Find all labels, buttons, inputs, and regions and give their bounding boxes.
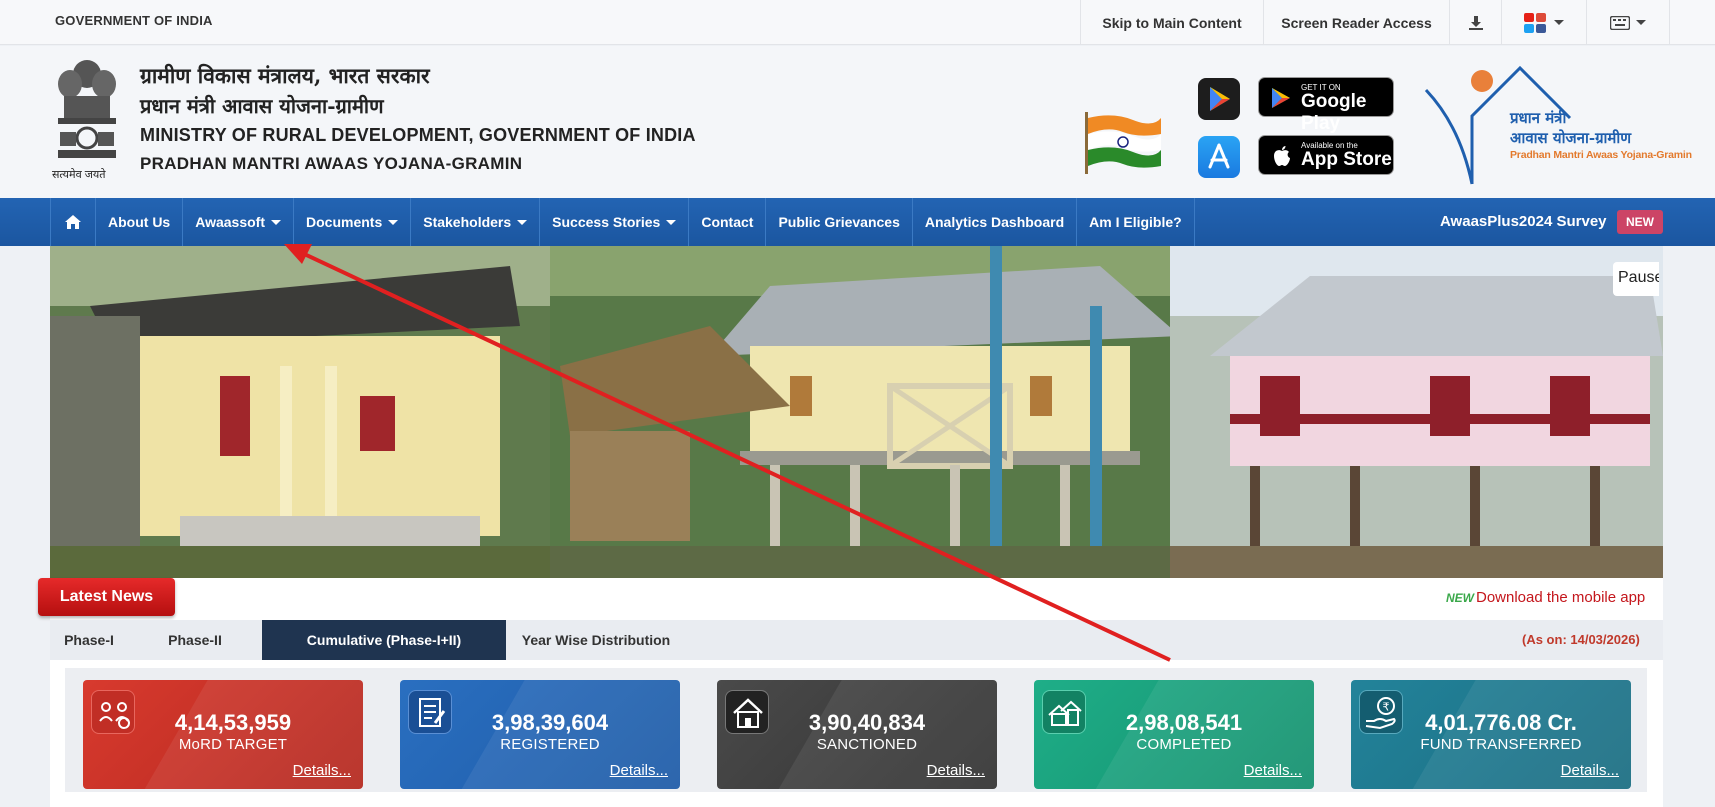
scheme-hindi-title: प्रधान मंत्री आवास योजना-ग्रामीण xyxy=(140,94,384,118)
hero-banner-carousel xyxy=(50,246,1663,578)
phase-tabs: Phase-I Phase-II Cumulative (Phase-I+II)… xyxy=(50,620,1663,660)
nav-about-us[interactable]: About Us xyxy=(96,198,184,246)
tab-phase-2[interactable]: Phase-II xyxy=(128,620,262,660)
nav-documents[interactable]: Documents xyxy=(294,198,412,246)
nav-analytics-dashboard[interactable]: Analytics Dashboard xyxy=(913,198,1078,246)
nav-label: Awaassoft xyxy=(195,214,265,230)
app-store-big-text: App Store xyxy=(1301,149,1392,170)
nav-stakeholders[interactable]: Stakeholders xyxy=(411,198,541,246)
screen-reader-access-link[interactable]: Screen Reader Access xyxy=(1263,0,1449,45)
social-icon xyxy=(1524,12,1546,33)
google-play-icon xyxy=(1272,88,1290,108)
banner-image xyxy=(50,246,1663,578)
emblem-caption: सत्यमेव जयते xyxy=(52,169,106,181)
main-navigation: About Us Awaassoft Documents Stakeholders Su… xyxy=(0,198,1715,246)
logo-hindi-line2: आवास योजना-ग्रामीण xyxy=(1510,129,1632,147)
details-link[interactable]: Details... xyxy=(1244,762,1302,779)
nav-label: Success Stories xyxy=(552,214,661,230)
skip-to-main-content-link[interactable]: Skip to Main Content xyxy=(1080,0,1263,45)
app-store-a-icon xyxy=(1208,143,1230,169)
stat-value: 4,01,776.08 Cr. xyxy=(1425,710,1577,735)
download-button[interactable] xyxy=(1449,0,1501,45)
nav-items: About Us Awaassoft Documents Stakeholders Su… xyxy=(50,198,1195,246)
logo-english-line: Pradhan Mantri Awaas Yojana-Gramin xyxy=(1510,149,1692,161)
nav-label: About Us xyxy=(108,214,171,230)
google-play-app-icon[interactable] xyxy=(1198,78,1240,120)
nav-home[interactable] xyxy=(50,198,96,246)
keyboard-dropdown[interactable] xyxy=(1586,0,1670,45)
nav-label: Documents xyxy=(306,214,383,230)
apple-icon xyxy=(1274,146,1290,166)
ministry-hindi-title: ग्रामीण विकास मंत्रालय, भारत सरकार xyxy=(140,63,430,88)
as-on-date: (As on: 14/03/2026) xyxy=(1522,632,1640,647)
tab-year-wise-distribution[interactable]: Year Wise Distribution xyxy=(506,620,686,660)
stat-card-fund-transferred: ₹ 4,01,776.08 Cr. FUND TRANSFERRED Detai… xyxy=(1351,680,1631,789)
nav-public-grievances[interactable]: Public Grievances xyxy=(766,198,913,246)
latest-news-label: Latest News xyxy=(38,578,175,616)
chevron-down-icon xyxy=(1636,20,1646,25)
keyboard-icon xyxy=(1610,15,1630,30)
india-flag-icon xyxy=(1085,112,1161,174)
chevron-down-icon xyxy=(1554,20,1564,25)
stat-value: 3,98,39,604 xyxy=(491,710,609,735)
chevron-down-icon xyxy=(388,219,399,225)
stat-value: 4,14,53,959 xyxy=(174,710,292,735)
home-icon xyxy=(65,215,81,229)
download-icon xyxy=(1468,15,1483,30)
stat-label: REGISTERED xyxy=(500,736,600,753)
news-ticker-item[interactable]: NEW Download the mobile app xyxy=(1446,589,1645,606)
nav-contact[interactable]: Contact xyxy=(689,198,767,246)
news-ticker-text: Download the mobile app xyxy=(1476,589,1646,606)
carousel-pause-button[interactable]: Pause xyxy=(1613,262,1659,296)
stat-card-registered: 3,98,39,604 REGISTERED Details... xyxy=(400,680,680,789)
app-store-app-icon[interactable] xyxy=(1198,136,1240,178)
nav-label: Am I Eligible? xyxy=(1089,214,1182,230)
details-link[interactable]: Details... xyxy=(1561,762,1619,779)
logo-hindi-line1: प्रधान मंत्री xyxy=(1510,109,1567,127)
google-play-badge[interactable]: GET IT ON Google Play xyxy=(1258,77,1394,134)
nav-label: Analytics Dashboard xyxy=(924,214,1065,230)
ministry-english-title: MINISTRY OF RURAL DEVELOPMENT, GOVERNMEN… xyxy=(140,125,696,145)
stat-value: 3,90,40,834 xyxy=(808,710,926,735)
chevron-down-icon xyxy=(271,219,281,225)
details-link[interactable]: Details... xyxy=(927,762,985,779)
stat-label: MoRD TARGET xyxy=(178,736,288,753)
google-play-big-text: Google Play xyxy=(1301,91,1367,134)
nav-label: Public Grievances xyxy=(778,214,900,230)
chevron-down-icon xyxy=(517,219,528,225)
scheme-english-title: PRADHAN MANTRI AWAAS YOJANA-GRAMIN xyxy=(140,154,523,173)
site-header: सत्यमेव जयते ग्रामीण विकास मंत्रालय, भार… xyxy=(0,46,1715,198)
nav-success-stories[interactable]: Success Stories xyxy=(540,198,690,246)
nav-label: Stakeholders xyxy=(423,214,512,230)
news-strip xyxy=(50,578,1663,620)
stat-value: 2,98,08,541 xyxy=(1125,710,1243,735)
tab-phase-1[interactable]: Phase-I xyxy=(50,620,128,660)
details-link[interactable]: Details... xyxy=(293,762,351,779)
tab-cumulative[interactable]: Cumulative (Phase-I+II) xyxy=(262,620,506,660)
app-store-badge[interactable]: Available on the App Store xyxy=(1258,135,1394,175)
stat-label: FUND TRANSFERRED xyxy=(1420,736,1582,753)
nav-label: Contact xyxy=(701,214,754,230)
new-badge: NEW xyxy=(1617,210,1663,234)
stat-label: SANCTIONED xyxy=(816,736,918,753)
stat-card-completed: 2,98,08,541 COMPLETED Details... xyxy=(1034,680,1314,789)
awaasplus-survey-link[interactable]: AwaasPlus2024 Survey xyxy=(1440,213,1607,230)
nav-am-i-eligible[interactable]: Am I Eligible? xyxy=(1077,198,1195,246)
social-media-dropdown[interactable] xyxy=(1501,0,1586,45)
national-emblem-icon xyxy=(58,60,116,158)
stat-card-mord-target: 4,14,53,959 MoRD TARGET Details... xyxy=(83,680,363,789)
play-triangle-icon xyxy=(1210,87,1230,111)
chevron-down-icon xyxy=(666,219,677,225)
top-utility-bar: GOVERNMENT OF INDIA Skip to Main Content… xyxy=(0,0,1715,45)
new-gif-icon: NEW xyxy=(1446,591,1474,605)
news-ticker[interactable]: NEW Download the mobile app xyxy=(1440,585,1663,609)
nav-awaassoft[interactable]: Awaassoft xyxy=(183,198,294,246)
stat-label: COMPLETED xyxy=(1136,736,1232,753)
details-link[interactable]: Details... xyxy=(610,762,668,779)
stat-card-sanctioned: 3,90,40,834 SANCTIONED Details... xyxy=(717,680,997,789)
government-of-india-label: GOVERNMENT OF INDIA xyxy=(55,13,213,28)
